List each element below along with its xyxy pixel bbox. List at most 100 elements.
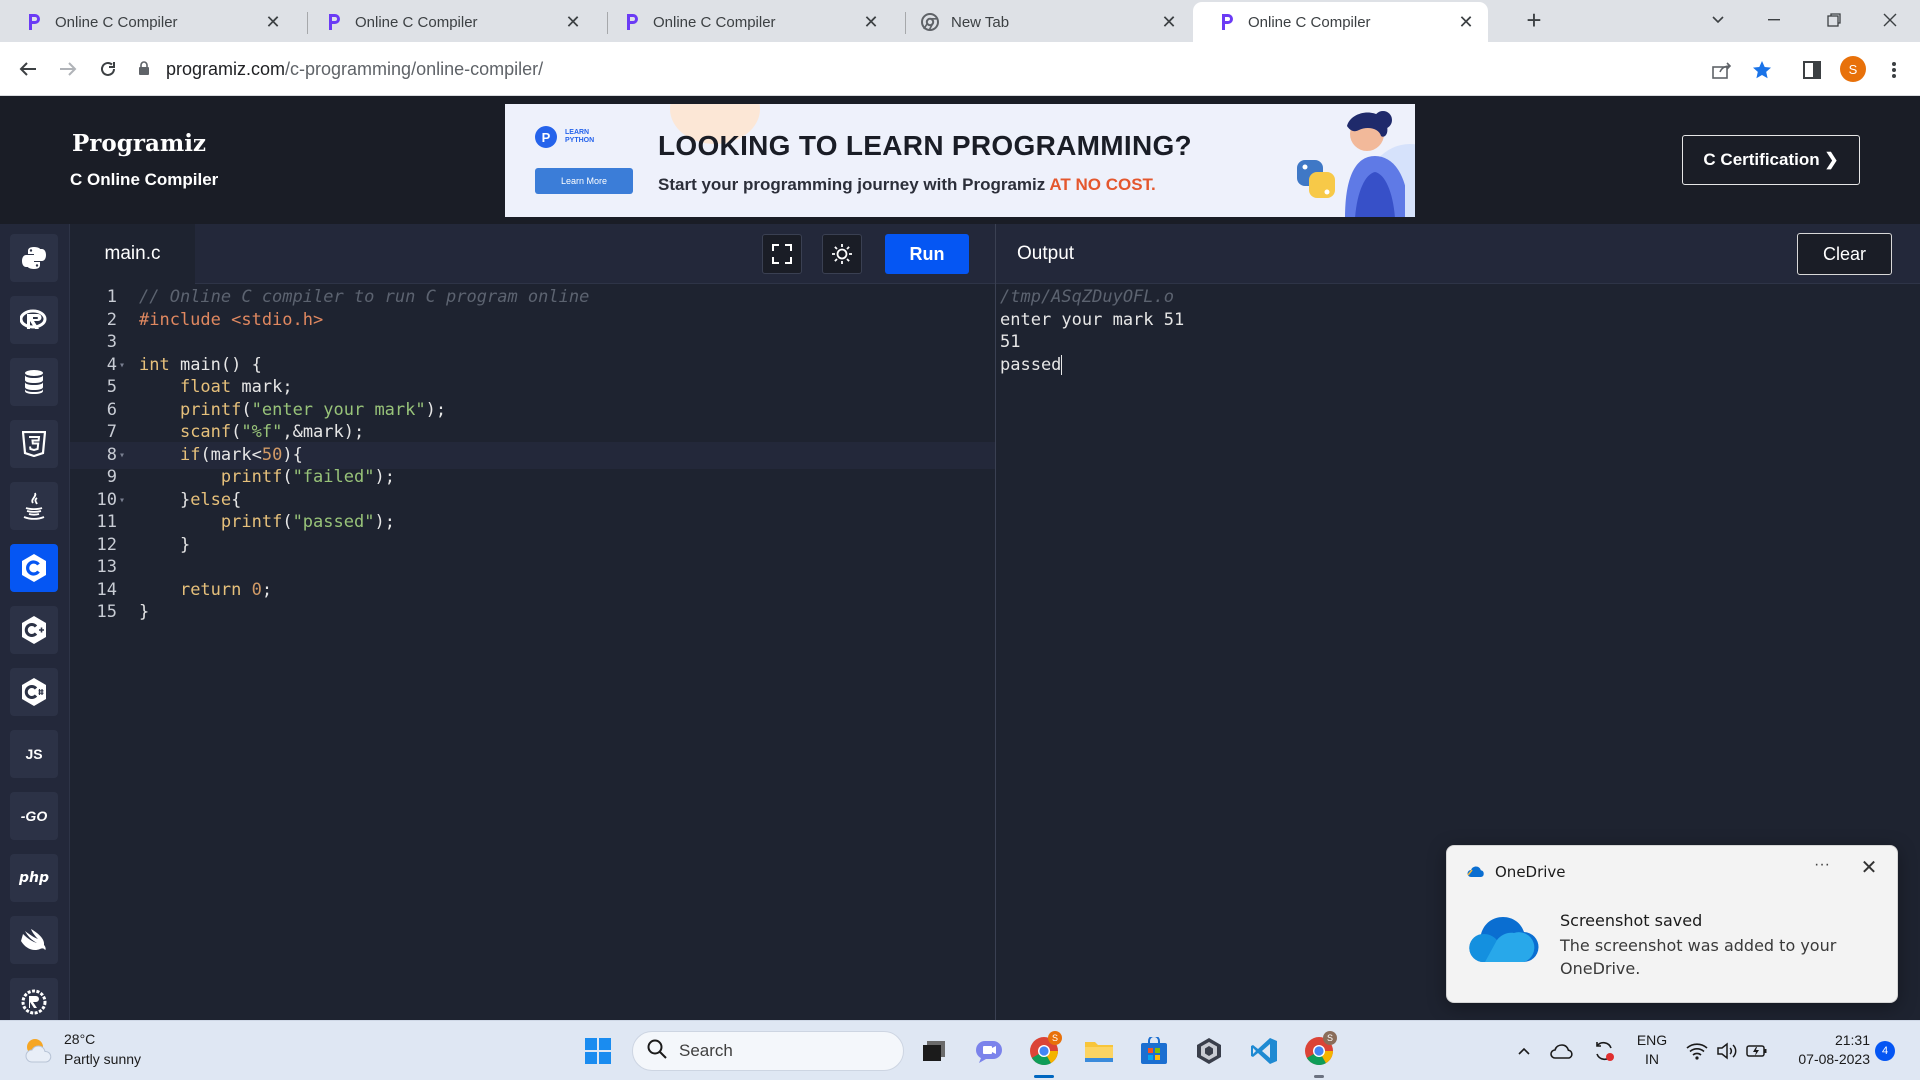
code-token: { [231,489,242,510]
code-token: ); [425,399,447,420]
tab-close-icon[interactable]: ✕ [263,12,283,33]
php-icon[interactable]: php [10,854,58,902]
reload-icon[interactable] [93,54,123,84]
bookmark-star-icon[interactable] [1748,56,1776,84]
csharp-icon[interactable] [10,668,58,716]
clear-button[interactable]: Clear [1797,233,1892,275]
url-domain: programiz.com [166,58,286,79]
programiz-logo[interactable]: Programiz [72,130,206,157]
back-arrow-icon[interactable] [13,54,43,84]
file-explorer-icon[interactable] [1083,1035,1115,1067]
tab-close-icon[interactable]: ✕ [563,12,583,33]
banner-illustration [1297,111,1405,217]
onedrive-small-icon [1467,866,1484,877]
code-token: } [139,602,150,622]
teams-chat-icon[interactable] [973,1035,1005,1067]
battery-charging-icon[interactable] [1744,1035,1770,1067]
minimize-button[interactable] [1751,0,1797,40]
sql-database-icon[interactable] [10,358,58,406]
code-token: 50 [261,444,283,465]
banner-headline: LOOKING TO LEARN PROGRAMMING? [658,130,1192,161]
code-line[interactable]: 15} [70,599,995,627]
html5-icon[interactable] [10,420,58,468]
java-icon[interactable] [10,482,58,530]
file-tab-main-c[interactable]: main.c [70,224,195,284]
browser-tab[interactable]: Online C Compiler ✕ [0,2,295,42]
tab-close-icon[interactable]: ✕ [1159,12,1179,33]
browser-tab[interactable]: Online C Compiler ✕ [598,2,893,42]
close-window-button[interactable] [1867,0,1913,40]
show-hidden-icons-chevron-icon[interactable] [1512,1035,1536,1067]
banner-tagline: Start your programming journey with Prog… [658,175,1156,195]
more-options-icon[interactable]: ··· [1807,856,1837,880]
chrome-icon [921,13,939,31]
theme-toggle-sun-icon[interactable] [822,234,862,274]
taskbar-search[interactable]: Search [632,1031,904,1071]
volume-icon[interactable] [1714,1035,1740,1067]
code-token: return [179,579,242,600]
swift-icon[interactable] [10,916,58,964]
rust-icon[interactable] [10,978,58,1020]
cpp-icon[interactable] [10,606,58,654]
chrome-taskbar-icon[interactable]: S [1028,1031,1062,1067]
restore-button[interactable] [1811,0,1857,40]
code-token: ; [261,579,273,600]
code-token: (mark< [200,444,262,465]
browser-tab[interactable]: New Tab ✕ [896,2,1191,42]
code-token: #include <stdio.h> [139,309,324,330]
fullscreen-icon[interactable] [762,234,802,274]
python-icon[interactable] [10,234,58,282]
r-lang-icon[interactable] [10,296,58,344]
weather-condition[interactable]: Partly sunny [64,1051,141,1067]
run-button[interactable]: Run [885,234,969,274]
javascript-icon[interactable]: JS [10,730,58,778]
browser-tab[interactable]: Online C Compiler ✕ [300,2,595,42]
new-tab-button[interactable]: + [1520,6,1548,34]
share-icon[interactable] [1708,56,1736,84]
browser-tab-active[interactable]: Online C Compiler ✕ [1193,2,1488,42]
task-view-icon[interactable] [918,1035,950,1067]
weather-temperature[interactable]: 28°C [64,1031,95,1047]
programiz-icon [623,13,641,31]
tab-search-icon[interactable] [1695,0,1741,40]
learn-more-button[interactable]: Learn More [535,168,633,194]
wifi-icon[interactable] [1684,1035,1710,1067]
c-certification-button[interactable]: C Certification ❯ [1682,135,1860,185]
url-field[interactable]: programiz.com/c-programming/online-compi… [138,48,1698,90]
language-sidebar: JS -GO php [0,224,70,1020]
notification-count-badge[interactable]: 4 [1875,1041,1895,1061]
promo-banner[interactable]: P LEARN PYTHON Learn More LOOKING TO LEA… [505,104,1415,217]
close-icon[interactable]: ✕ [1857,856,1881,880]
code-blocks-app-icon[interactable] [1193,1035,1225,1067]
sync-icon[interactable] [1590,1035,1618,1067]
search-icon [647,1039,667,1064]
notification-title: Screenshot saved [1560,911,1703,930]
vscode-icon[interactable] [1248,1035,1280,1067]
microsoft-store-icon[interactable] [1138,1035,1170,1067]
lock-icon [138,59,152,80]
input-language-indicator[interactable]: ENG IN [1634,1031,1670,1069]
tab-title: Online C Compiler [55,13,178,31]
onedrive-notification[interactable]: OneDrive ··· ✕ Screenshot saved The scre… [1446,845,1898,1003]
code-editor[interactable]: 1// Online C compiler to run C program o… [70,284,995,1020]
output-line: enter your mark 51 [1000,309,1185,330]
menu-kebab-icon[interactable] [1880,56,1908,84]
profile-avatar[interactable]: S [1840,56,1866,82]
code-token: "failed" [292,467,375,487]
code-text: } [139,599,149,627]
weather-partly-sunny-icon[interactable] [22,1034,54,1066]
output-title: Output [1017,243,1075,264]
windows-start-icon[interactable] [582,1035,614,1067]
url-path: /c-programming/online-compiler/ [285,58,544,79]
go-icon[interactable]: -GO [10,792,58,840]
tab-close-icon[interactable]: ✕ [861,12,881,33]
tab-close-icon[interactable]: ✕ [1456,12,1476,33]
system-clock[interactable]: 21:31 07-08-2023 [1782,1031,1870,1069]
onedrive-tray-icon[interactable] [1548,1035,1576,1067]
chrome-profile-taskbar-icon[interactable]: S [1303,1031,1337,1067]
forward-arrow-icon[interactable] [53,54,83,84]
browser-tab-strip: Online C Compiler ✕ Online C Compiler ✕ … [0,0,1920,42]
side-panel-icon[interactable] [1798,56,1826,84]
c-lang-icon[interactable] [10,544,58,592]
